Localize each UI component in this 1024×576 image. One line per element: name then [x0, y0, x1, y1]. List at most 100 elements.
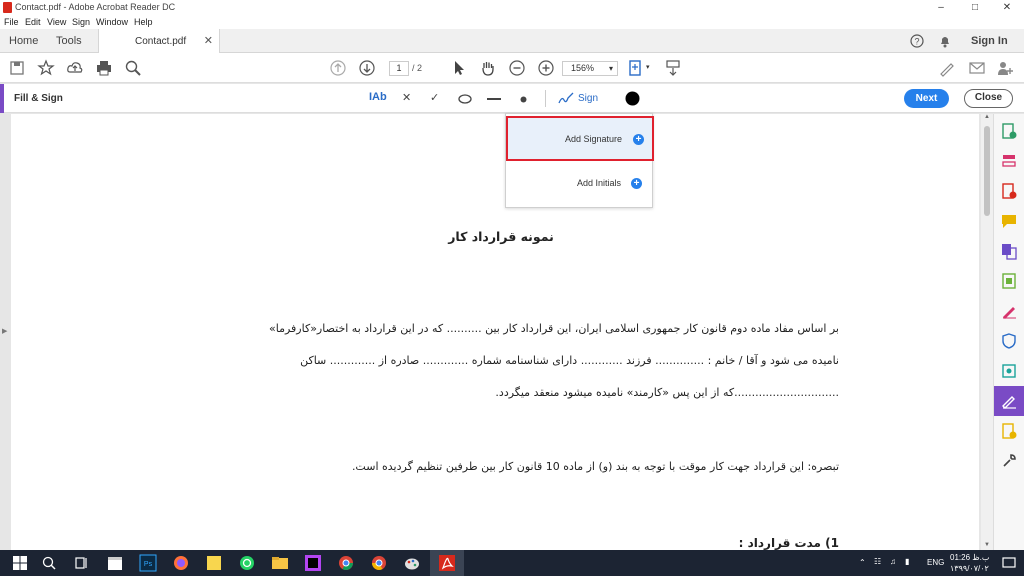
fit-page-icon[interactable]	[627, 59, 645, 77]
zoom-level-select[interactable]: 156% ▾	[562, 61, 618, 76]
enhance-scan-icon[interactable]	[1000, 362, 1018, 380]
help-icon[interactable]: ?	[910, 34, 924, 48]
battery-icon[interactable]: ▮	[905, 557, 909, 566]
tray-chevron-icon[interactable]: ⌃	[859, 558, 866, 567]
add-text-tool[interactable]: IAb	[369, 91, 387, 103]
close-window-button[interactable]: ✕	[990, 0, 1024, 15]
maximize-button[interactable]: □	[958, 0, 992, 15]
menu-edit[interactable]: Edit	[25, 17, 41, 27]
line-tool-icon[interactable]	[487, 98, 501, 101]
paint-app-icon[interactable]	[403, 554, 421, 572]
more-tools-icon[interactable]	[1000, 452, 1018, 470]
compress-pdf-icon[interactable]	[1000, 272, 1018, 290]
document-heading: نمونه قرارداد کار	[448, 229, 554, 244]
notification-center-icon[interactable]	[1000, 554, 1018, 572]
clock-date[interactable]: ۱۳۹۹/۰۷/۰۲	[950, 564, 989, 573]
tab-document[interactable]: Contact.pdf ✕	[98, 29, 220, 53]
acrobat-reader-icon[interactable]	[438, 554, 456, 572]
find-zoom-icon[interactable]	[124, 59, 142, 77]
document-viewer[interactable]: ▶ نمونه قرارداد کار بر اساس مفاد ماده دو…	[0, 114, 981, 550]
bookmark-star-icon[interactable]	[37, 59, 55, 77]
firefox-icon[interactable]	[172, 554, 190, 572]
chrome-icon[interactable]	[337, 554, 355, 572]
next-button[interactable]: Next	[904, 89, 949, 108]
zoom-in-icon[interactable]	[537, 59, 555, 77]
dot-tool-icon[interactable]	[520, 96, 527, 103]
select-cursor-icon[interactable]	[450, 59, 468, 77]
photoshop-icon[interactable]: Ps	[139, 554, 157, 572]
ellipse-tool-icon[interactable]	[458, 94, 472, 104]
sticky-notes-icon[interactable]	[205, 554, 223, 572]
phpstorm-icon[interactable]	[304, 554, 322, 572]
close-tab-icon[interactable]: ✕	[204, 34, 213, 47]
next-page-icon[interactable]	[358, 59, 376, 77]
menu-view[interactable]: View	[47, 17, 66, 27]
clock-time[interactable]: 01:26 ب.ظ	[950, 553, 989, 562]
file-explorer-icon[interactable]	[271, 554, 289, 572]
scroll-up-arrow-icon[interactable]: ▲	[984, 114, 990, 120]
fill-sign-icon[interactable]	[1000, 392, 1018, 410]
scroll-down-arrow-icon[interactable]: ▼	[984, 542, 990, 548]
section-1-heading: 1) مدت قرارداد :	[738, 536, 839, 550]
sign-pen-icon[interactable]	[938, 59, 956, 77]
menu-sign[interactable]: Sign	[72, 17, 90, 27]
svg-text:Ps: Ps	[144, 561, 153, 568]
previous-page-icon[interactable]	[329, 59, 347, 77]
add-initials-label: Add Initials	[577, 178, 622, 188]
edit-pdf-icon[interactable]	[1000, 302, 1018, 320]
tab-home[interactable]: Home	[9, 35, 38, 47]
check-mark-tool[interactable]: ✓	[430, 91, 439, 104]
organize-pages-icon[interactable]	[1000, 152, 1018, 170]
fit-menu-chevron-icon[interactable]: ▾	[646, 63, 650, 71]
whatsapp-icon[interactable]	[238, 554, 256, 572]
vertical-scrollbar[interactable]: ▲ ▼	[981, 114, 993, 550]
share-user-icon[interactable]	[996, 59, 1014, 77]
email-icon[interactable]	[968, 59, 986, 77]
notification-bell-icon[interactable]	[938, 34, 952, 48]
search-icon[interactable]	[40, 554, 58, 572]
tabs-row: Home Tools Contact.pdf ✕ ? Sign In	[0, 29, 1024, 53]
menu-help[interactable]: Help	[134, 17, 153, 27]
svg-text:?: ?	[914, 37, 919, 47]
sign-tool-button[interactable]: Sign	[558, 90, 600, 107]
menu-file[interactable]: File	[4, 17, 19, 27]
volume-icon[interactable]: ♫	[890, 557, 896, 566]
zoom-out-icon[interactable]	[508, 59, 526, 77]
add-signature-option[interactable]: Add Signature +	[506, 116, 654, 161]
paragraph-line-2: نامیده می شود و آقا / خانم : ...........…	[300, 354, 839, 367]
windows-start-icon[interactable]	[11, 554, 29, 572]
save-icon[interactable]	[8, 59, 26, 77]
color-picker-icon[interactable]	[625, 91, 640, 106]
comment-icon[interactable]	[1000, 212, 1018, 230]
protect-shield-icon[interactable]	[1000, 332, 1018, 350]
add-signature-plus-icon: +	[633, 134, 644, 145]
task-view-icon[interactable]	[73, 554, 91, 572]
main-toolbar: 1 / 2 156% ▾ ▾	[0, 53, 1024, 83]
network-icon[interactable]: ☷	[874, 557, 881, 566]
close-button[interactable]: Close	[964, 89, 1013, 108]
sign-in-link[interactable]: Sign In	[971, 35, 1008, 47]
tab-tools[interactable]: Tools	[56, 35, 82, 47]
scrollbar-thumb[interactable]	[984, 126, 990, 216]
sign-tool-label: Sign	[578, 93, 599, 104]
create-pdf-icon[interactable]	[1000, 122, 1018, 140]
print-icon[interactable]	[95, 59, 113, 77]
signature-menu: Add Signature + Add Initials +	[505, 113, 654, 208]
acrobat-app-icon	[3, 2, 12, 13]
export-pdf-icon[interactable]	[1000, 182, 1018, 200]
cloud-upload-icon[interactable]	[66, 59, 84, 77]
cross-mark-tool[interactable]: ✕	[402, 91, 411, 104]
left-panel-toggle-icon[interactable]: ▶	[2, 327, 7, 335]
page-number-input[interactable]: 1	[389, 61, 409, 76]
calendar-app-icon[interactable]	[106, 554, 124, 572]
scroll-mode-icon[interactable]	[664, 59, 682, 77]
hand-tool-icon[interactable]	[479, 59, 497, 77]
pdf-page[interactable]: نمونه قرارداد کار بر اساس مفاد ماده دوم …	[11, 114, 979, 550]
send-for-review-icon[interactable]	[1000, 422, 1018, 440]
minimize-button[interactable]: –	[924, 0, 958, 15]
combine-files-icon[interactable]	[1000, 242, 1018, 260]
fill-sign-toolbar: Fill & Sign IAb ✕ ✓ Sign Next Close	[0, 84, 1024, 113]
menu-window[interactable]: Window	[96, 17, 128, 27]
chrome-profile-icon[interactable]	[370, 554, 388, 572]
input-language[interactable]: ENG	[927, 558, 944, 567]
